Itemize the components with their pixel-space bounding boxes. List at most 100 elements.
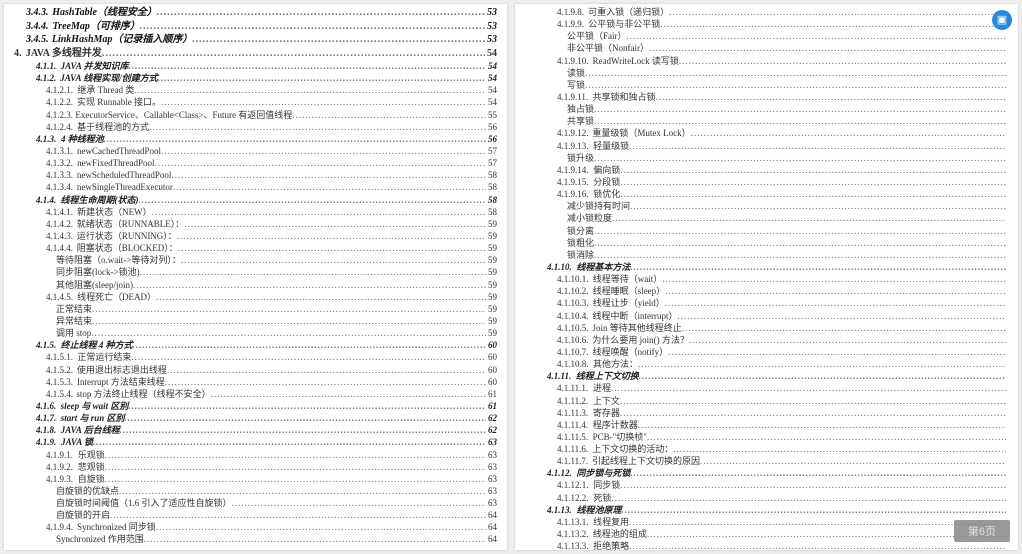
toc-entry[interactable]: 4.1.9.11.共享锁和独占锁 bbox=[525, 91, 1008, 103]
toc-entry[interactable]: 4.1.13.2.线程池的组成 bbox=[525, 528, 1008, 540]
toc-entry[interactable]: 4.1.9.12.重量级锁（Mutex Lock） bbox=[525, 127, 1008, 139]
toc-entry[interactable]: 4.1.4.4.阻塞状态（BLOCKED）：59 bbox=[14, 242, 497, 254]
toc-entry[interactable]: 4.1.10.线程基本方法 bbox=[525, 261, 1008, 273]
toc-entry[interactable]: 4.1.11.2.上下文 bbox=[525, 395, 1008, 407]
toc-entry[interactable]: 4.1.3.1.newCachedThreadPool57 bbox=[14, 145, 497, 157]
toc-entry[interactable]: 4.1.10.2.线程睡眠（sleep） bbox=[525, 285, 1008, 297]
toc-entry[interactable]: 4.1.9.16.锁优化 bbox=[525, 188, 1008, 200]
toc-title: 其他阻塞(sleep/join) bbox=[56, 279, 133, 291]
toc-title: 减小锁粒度 bbox=[567, 212, 612, 224]
toc-entry[interactable]: 4.JAVA 多线程并发54 bbox=[14, 47, 497, 61]
toc-entry[interactable]: 4.1.5.2.使用退出标志退出线程60 bbox=[14, 364, 497, 376]
toc-entry[interactable]: 4.1.9.JAVA 锁63 bbox=[14, 436, 497, 448]
toc-entry[interactable]: 4.1.1.JAVA 并发知识库54 bbox=[14, 60, 497, 72]
toc-entry[interactable]: 4.1.4.3.运行状态（RUNNING）：59 bbox=[14, 230, 497, 242]
toc-entry[interactable]: 4.1.11.5.PCB-"切换桢" bbox=[525, 431, 1008, 443]
toc-entry[interactable]: 正常结束59 bbox=[14, 303, 497, 315]
toc-entry[interactable]: 异常结束59 bbox=[14, 315, 497, 327]
toc-entry[interactable]: 4.1.11.4.程序计数器 bbox=[525, 419, 1008, 431]
toc-page-number: 57 bbox=[486, 157, 497, 169]
toc-entry[interactable]: 4.1.4.2.就绪状态（RUNNABLE）：59 bbox=[14, 218, 497, 230]
toc-entry[interactable]: 锁消除 bbox=[525, 249, 1008, 261]
toc-entry[interactable]: 4.1.13.1.线程复用 bbox=[525, 516, 1008, 528]
toc-entry[interactable]: 4.1.5.3.Interrupt 方法结束线程60 bbox=[14, 376, 497, 388]
toc-entry[interactable]: 4.1.9.9.公平锁与非公平锁 bbox=[525, 18, 1008, 30]
toc-entry[interactable]: 公平锁（Fair） bbox=[525, 30, 1008, 42]
toc-entry[interactable]: 4.1.4.1.新建状态（NEW）58 bbox=[14, 206, 497, 218]
toc-entry[interactable]: 读锁 bbox=[525, 67, 1008, 79]
toc-entry[interactable]: 4.1.10.7.线程唤醒（notify） bbox=[525, 346, 1008, 358]
toc-entry[interactable]: 4.1.10.5.Join 等待其他线程终止 bbox=[525, 322, 1008, 334]
toc-entry[interactable]: 4.1.11.3.寄存器 bbox=[525, 407, 1008, 419]
toc-entry[interactable]: 4.1.11.6.上下文切换的活动： bbox=[525, 443, 1008, 455]
toc-entry[interactable]: 4.1.8.JAVA 后台线程62 bbox=[14, 424, 497, 436]
toc-page-number: 59 bbox=[486, 327, 497, 339]
toc-entry[interactable]: 4.1.11.1.进程 bbox=[525, 382, 1008, 394]
toc-entry[interactable]: 4.1.10.6.为什么要用 join() 方法？ bbox=[525, 334, 1008, 346]
toc-entry[interactable]: 4.1.9.8.可重入锁（递归锁） bbox=[525, 6, 1008, 18]
toc-entry[interactable]: 4.1.11.线程上下文切换 bbox=[525, 370, 1008, 382]
toc-entry[interactable]: 3.4.3.HashTable（线程安全）53 bbox=[14, 6, 497, 20]
page-indicator-button[interactable]: 第6页 bbox=[954, 520, 1010, 542]
toc-entry[interactable]: 4.1.9.15.分段锁 bbox=[525, 176, 1008, 188]
toc-entry[interactable]: 4.1.10.1.线程等待（wait） bbox=[525, 273, 1008, 285]
toc-entry[interactable]: 4.1.2.1.继承 Thread 类54 bbox=[14, 84, 497, 96]
toc-entry[interactable]: 4.1.4.5.线程死亡（DEAD）59 bbox=[14, 291, 497, 303]
toc-entry[interactable]: 等待阻塞（o.wait->等待对列）：59 bbox=[14, 254, 497, 266]
toc-entry[interactable]: 写锁 bbox=[525, 79, 1008, 91]
toc-entry[interactable]: 独占锁 bbox=[525, 103, 1008, 115]
toc-entry[interactable]: 4.1.4.线程生命周期(状态)58 bbox=[14, 194, 497, 206]
toc-entry[interactable]: 4.1.2.3.ExecutorService、Callable<Class>、… bbox=[14, 109, 497, 121]
toc-entry[interactable]: 4.1.12.同步锁与死锁 bbox=[525, 467, 1008, 479]
toc-entry[interactable]: 4.1.13.线程池原理 bbox=[525, 504, 1008, 516]
toc-page-number: 60 bbox=[486, 364, 497, 376]
toc-entry[interactable]: 4.1.9.1.乐观锁63 bbox=[14, 449, 497, 461]
toc-entry[interactable]: 锁分离 bbox=[525, 225, 1008, 237]
toc-entry[interactable]: 4.1.10.3.线程让步（yield） bbox=[525, 297, 1008, 309]
toc-entry[interactable]: 锁升级 bbox=[525, 152, 1008, 164]
toc-entry[interactable]: 4.1.12.2.死锁 bbox=[525, 492, 1008, 504]
toc-entry[interactable]: 4.1.9.10.ReadWriteLock 读写锁 bbox=[525, 55, 1008, 67]
toc-entry[interactable]: 4.1.3.2.newFixedThreadPool57 bbox=[14, 157, 497, 169]
toc-entry[interactable]: 4.1.5.4.stop 方法终止线程（线程不安全）61 bbox=[14, 388, 497, 400]
toc-entry[interactable]: Synchronized 作用范围64 bbox=[14, 533, 497, 545]
toc-leader-dots bbox=[656, 91, 1007, 103]
toc-entry[interactable]: 4.1.9.3.自旋锁63 bbox=[14, 473, 497, 485]
toc-entry[interactable]: 4.1.13.3.拒绝策略 bbox=[525, 540, 1008, 552]
toc-entry[interactable]: 4.1.10.4.线程中断（interrupt） bbox=[525, 310, 1008, 322]
toc-title: JAVA 线程实现/创建方式 bbox=[60, 72, 157, 84]
toc-entry[interactable]: 调用 stop59 bbox=[14, 327, 497, 339]
toc-entry[interactable]: 锁粗化 bbox=[525, 237, 1008, 249]
toc-entry[interactable]: 4.1.12.1.同步锁 bbox=[525, 479, 1008, 491]
toc-entry[interactable]: 同步阻塞(lock->锁池)59 bbox=[14, 266, 497, 278]
toc-entry[interactable]: 4.1.3.4.newSingleThreadExecutor58 bbox=[14, 181, 497, 193]
toc-entry[interactable]: 共享锁 bbox=[525, 115, 1008, 127]
toc-entry[interactable]: 4.1.6.sleep 与 wait 区别61 bbox=[14, 400, 497, 412]
toc-entry[interactable]: 4.1.10.8.其他方法： bbox=[525, 358, 1008, 370]
toc-entry[interactable]: 4.1.3.4 种线程池56 bbox=[14, 133, 497, 145]
toc-entry[interactable]: 非公平锁（Nonfair） bbox=[525, 42, 1008, 54]
toc-entry[interactable]: 4.1.9.4.Synchronized 同步锁64 bbox=[14, 521, 497, 533]
viewer-badge-icon[interactable]: ▣ bbox=[992, 10, 1012, 30]
toc-entry[interactable]: 减小锁粒度 bbox=[525, 212, 1008, 224]
toc-entry[interactable]: 4.1.9.13.轻量级锁 bbox=[525, 140, 1008, 152]
toc-entry[interactable]: 4.1.9.14.偏向锁 bbox=[525, 164, 1008, 176]
toc-entry[interactable]: 4.1.2.4.基于线程池的方式56 bbox=[14, 121, 497, 133]
toc-entry[interactable]: 自旋锁时间阈值（1.6 引入了适应性自旋锁）63 bbox=[14, 497, 497, 509]
toc-entry[interactable]: 自旋锁的优缺点63 bbox=[14, 485, 497, 497]
toc-entry[interactable]: 4.1.11.7.引起线程上下文切换的原因 bbox=[525, 455, 1008, 467]
toc-entry[interactable]: 4.1.9.2.悲观锁63 bbox=[14, 461, 497, 473]
toc-page-number: 57 bbox=[486, 145, 497, 157]
toc-entry[interactable]: 其他阻塞(sleep/join)59 bbox=[14, 279, 497, 291]
toc-title: 自旋锁 bbox=[78, 473, 105, 485]
toc-entry[interactable]: 4.1.2.JAVA 线程实现/创建方式54 bbox=[14, 72, 497, 84]
toc-entry[interactable]: 自旋锁的开启64 bbox=[14, 509, 497, 521]
toc-entry[interactable]: 4.1.7.start 与 run 区别62 bbox=[14, 412, 497, 424]
toc-entry[interactable]: 4.1.5.终止线程 4 种方式60 bbox=[14, 339, 497, 351]
toc-entry[interactable]: 3.4.5.LinkHashMap（记录插入顺序）53 bbox=[14, 33, 497, 47]
toc-entry[interactable]: 4.1.5.1.正常运行结束60 bbox=[14, 351, 497, 363]
toc-entry[interactable]: 减少锁持有时间 bbox=[525, 200, 1008, 212]
toc-entry[interactable]: 4.1.3.3.newScheduledThreadPool58 bbox=[14, 169, 497, 181]
toc-entry[interactable]: 4.1.2.2.实现 Runnable 接口。54 bbox=[14, 96, 497, 108]
toc-entry[interactable]: 3.4.4.TreeMap（可排序）53 bbox=[14, 20, 497, 34]
